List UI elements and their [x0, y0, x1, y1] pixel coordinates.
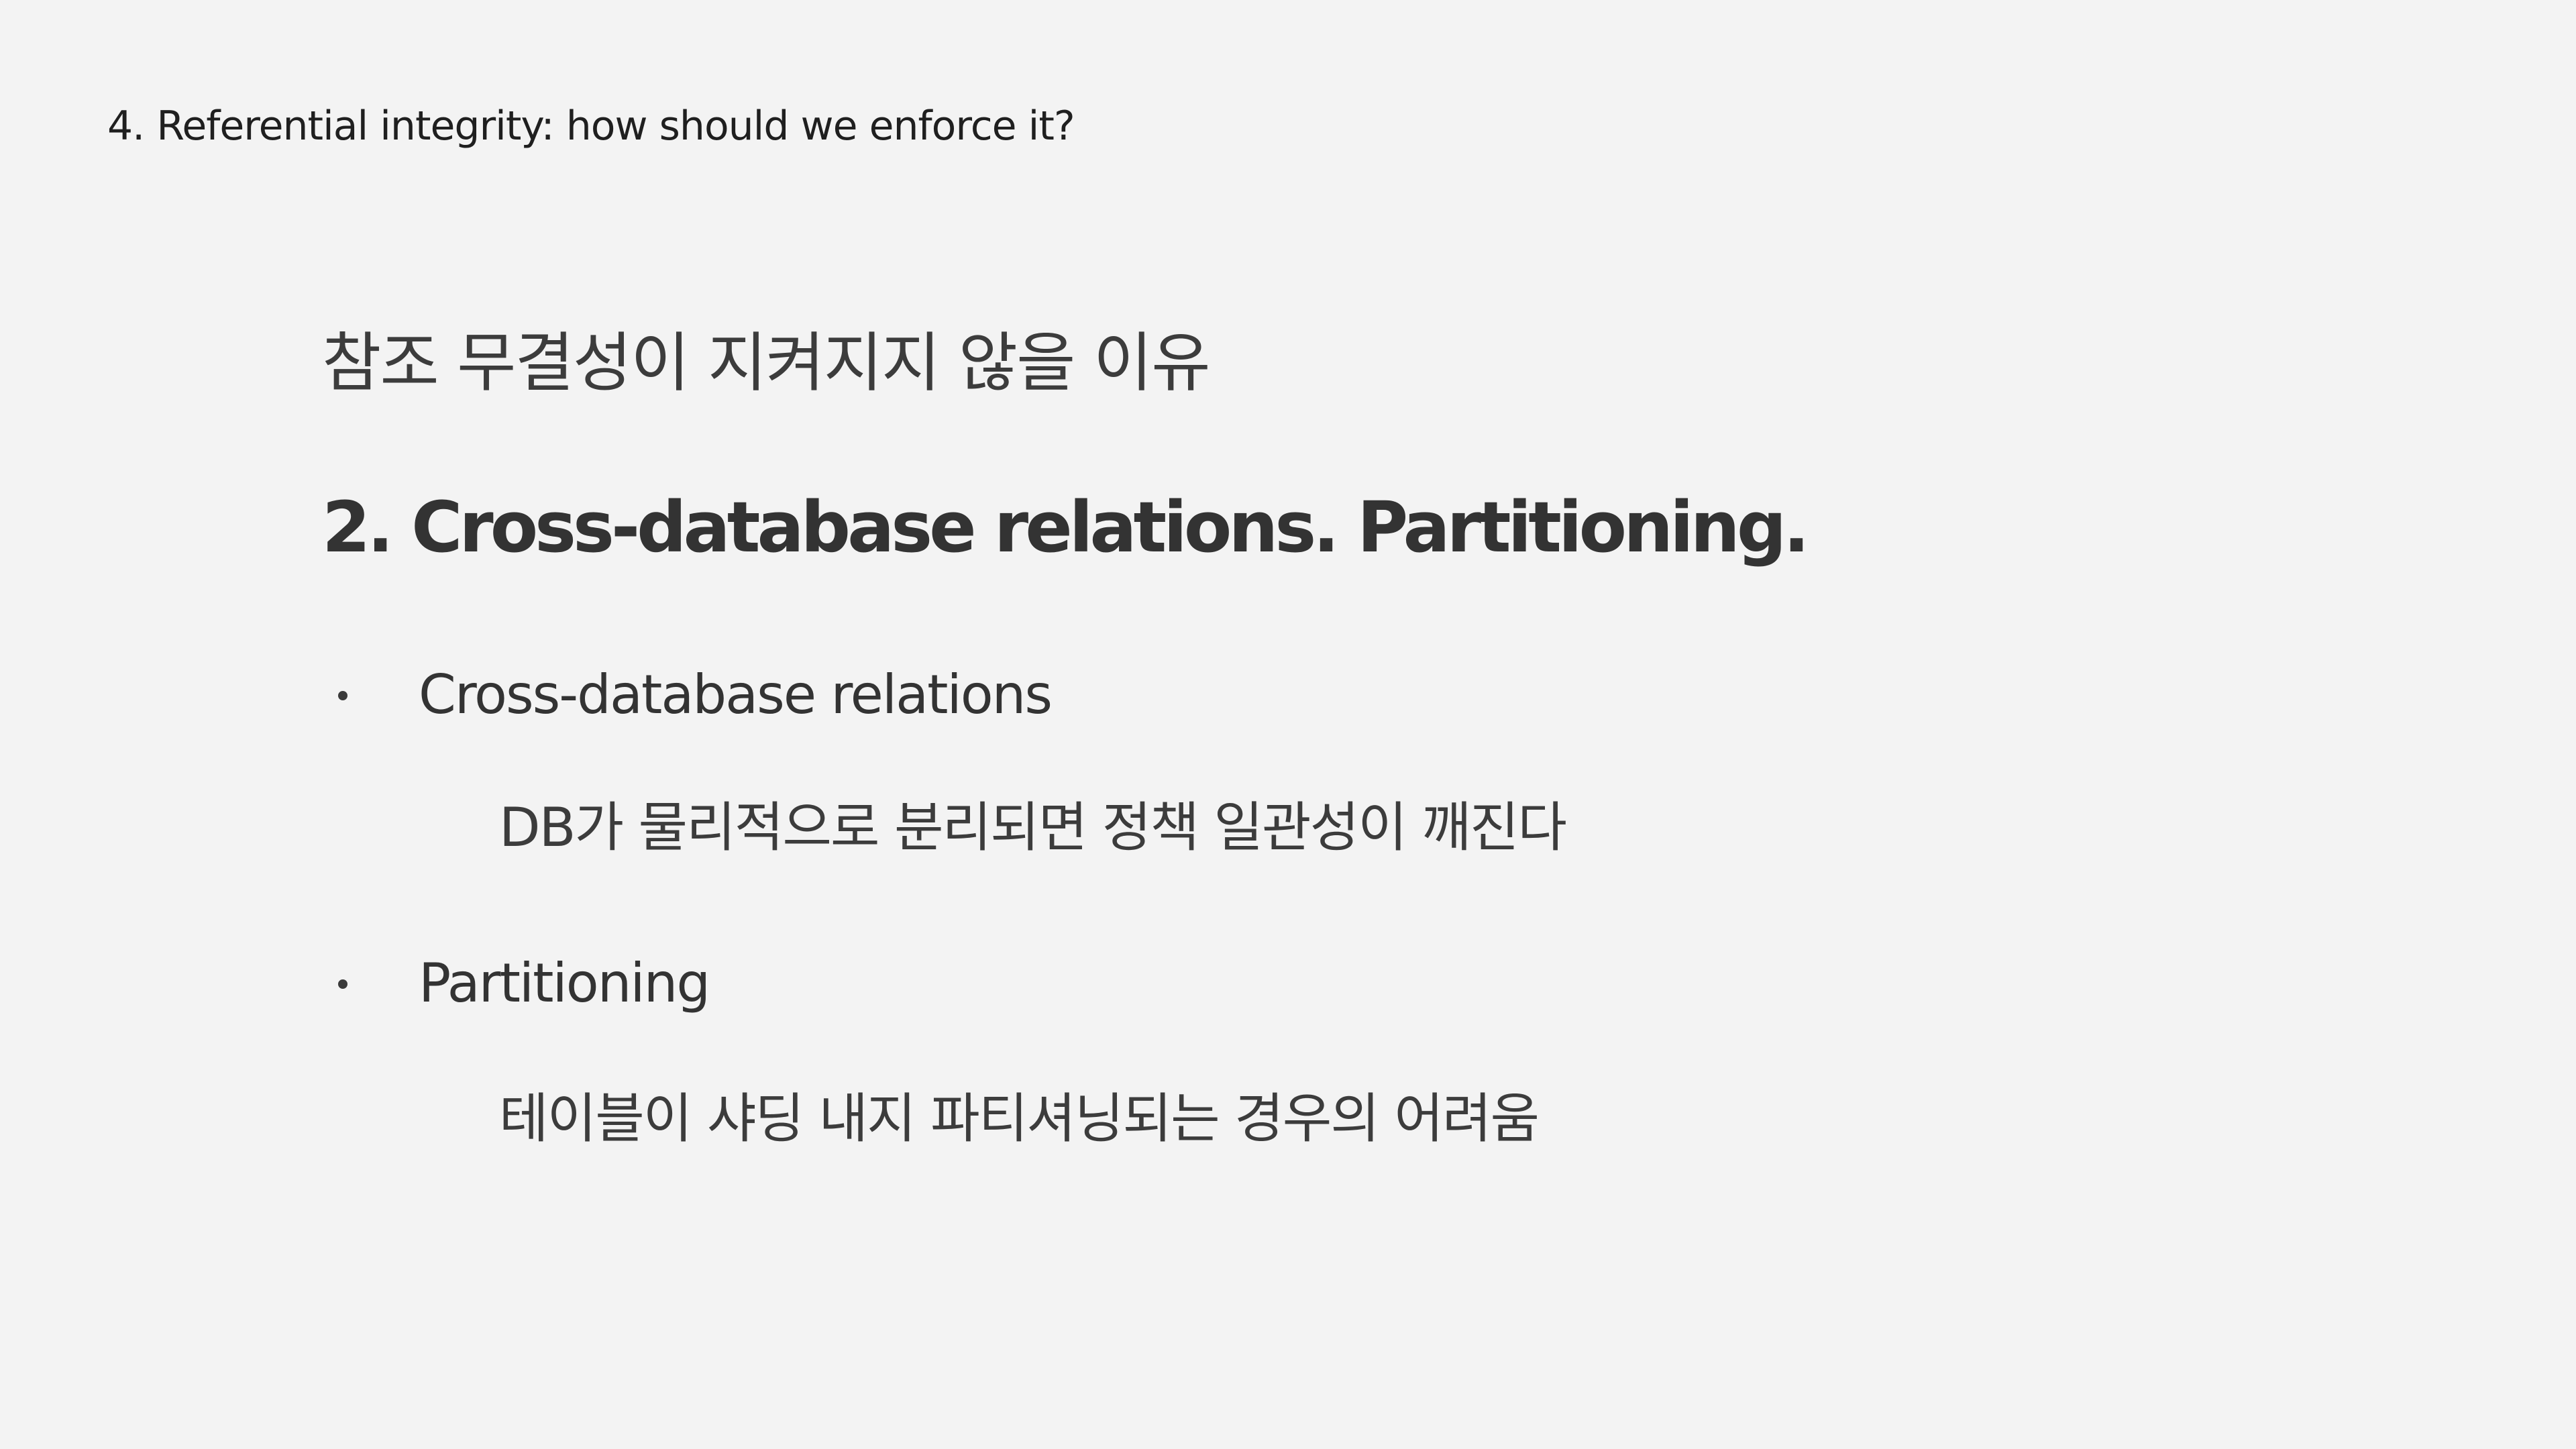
bullet-label: Partitioning — [419, 952, 710, 1014]
bullet-description-partitioning: 테이블이 샤딩 내지 파티셔닝되는 경우의 어려움 — [499, 1087, 1540, 1150]
slide-subtitle: 참조 무결성이 지켜지지 않을 이유 — [322, 325, 1211, 400]
slide-heading: 2. Cross-database relations. Partitionin… — [322, 486, 1810, 568]
slide: 4. Referential integrity: how should we … — [0, 0, 2576, 1449]
bullet-description-cross-database: DB가 물리적으로 분리되면 정책 일관성이 깨진다 — [499, 796, 1567, 859]
section-header: 4. Referential integrity: how should we … — [107, 103, 1075, 150]
bullet-label: Cross-database relations — [419, 663, 1053, 726]
bullet-dot-icon — [338, 979, 347, 989]
bullet-dot-icon — [338, 691, 347, 700]
